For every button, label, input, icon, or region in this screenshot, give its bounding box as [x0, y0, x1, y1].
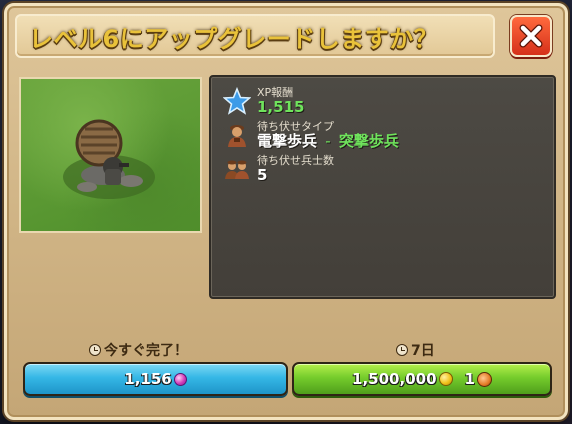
upgrade-time-label: 7日 [396, 340, 435, 360]
instant-complete-button[interactable]: 1,156 [23, 362, 288, 396]
instant-time-text: 今すぐ完了！ [104, 343, 188, 359]
token-icon [476, 371, 492, 387]
ambush-type-current: 電撃歩兵 [257, 132, 318, 150]
building-preview [19, 77, 202, 233]
dialog-title-bar: レベル6にアップグレードしますか？ [15, 14, 495, 58]
upgrade-button[interactable]: 1,500,000 1 [292, 362, 552, 396]
star-icon [223, 87, 251, 115]
close-button[interactable] [510, 15, 552, 57]
ambush-count-row: 待ち伏せ兵士数 5 [223, 155, 334, 184]
xp-reward-value: 1,515 [257, 98, 305, 116]
upgrade-gold-cost: 1,500,000 [352, 370, 437, 388]
ambush-trap-icon [63, 119, 155, 199]
clock-icon [396, 344, 408, 356]
soldier-icon [228, 125, 246, 147]
instant-time-label: 今すぐ完了！ [89, 340, 188, 360]
ambush-type-separator: - [325, 132, 331, 150]
diamond-icon [173, 372, 187, 386]
stats-panel: XP報酬 1,515 待ち伏せタイプ 電撃歩兵 - 突撃歩兵 待ち伏せ兵士数 5 [209, 75, 556, 299]
ambush-type-row: 待ち伏せタイプ 電撃歩兵 - 突撃歩兵 [223, 121, 399, 150]
close-x-icon [519, 24, 543, 48]
xp-reward-row: XP報酬 1,515 [223, 87, 304, 116]
upgrade-time-text: 7日 [411, 343, 435, 359]
dialog-title: レベル6にアップグレードしますか？ [29, 24, 439, 53]
soldiers-group-icon [225, 160, 249, 179]
ambush-type-next: 突撃歩兵 [338, 132, 399, 150]
upgrade-token-cost: 1 [464, 370, 475, 388]
ambush-count-value: 5 [257, 166, 268, 184]
instant-cost: 1,156 [124, 370, 172, 388]
upgrade-dialog: レベル6にアップグレードしますか？ XP報酬 1,515 待ち伏せタイプ 電撃歩… [4, 3, 568, 420]
ambush-count-label: 待ち伏せ兵士数 [257, 154, 334, 167]
clock-icon [89, 344, 101, 356]
gold-coin-icon [438, 372, 453, 386]
